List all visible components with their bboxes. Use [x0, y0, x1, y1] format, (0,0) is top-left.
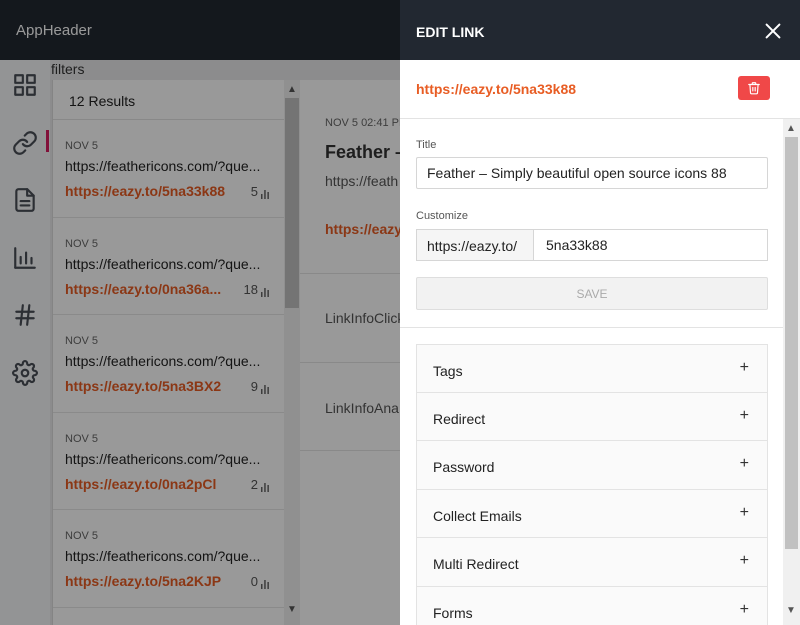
accordion-label: Password	[433, 459, 495, 475]
accordion-label: Tags	[433, 363, 463, 379]
settings-accordion: Tags + Redirect + Password + Collect Ema…	[416, 344, 768, 625]
accordion-label: Redirect	[433, 410, 486, 427]
plus-icon: +	[739, 600, 749, 618]
drawer-scrollbar[interactable]: ▲ ▼	[783, 119, 800, 625]
plus-icon: +	[739, 552, 749, 569]
drawer-title: EDIT LINK	[416, 24, 485, 40]
accordion-multi-redirect[interactable]: Multi Redirect +	[416, 538, 768, 587]
plus-icon: +	[739, 503, 749, 521]
edit-short-link[interactable]: https://eazy.to/5na33k88	[416, 81, 576, 97]
trash-icon	[748, 82, 760, 95]
plus-icon: +	[739, 455, 749, 472]
url-prefix: https://eazy.to/	[416, 229, 534, 261]
accordion-redirect[interactable]: Redirect +	[416, 392, 768, 441]
accordion-label: Forms	[433, 604, 473, 621]
divider	[400, 118, 800, 119]
drawer-header: EDIT LINK	[400, 0, 800, 60]
delete-button[interactable]	[738, 76, 770, 100]
accordion-password[interactable]: Password +	[416, 441, 768, 490]
plus-icon: +	[739, 406, 749, 424]
close-button[interactable]	[762, 20, 784, 42]
edit-link-drawer: EDIT LINK https://eazy.to/5na33k88 Title…	[400, 0, 800, 625]
title-input[interactable]	[416, 157, 768, 189]
accordion-tags[interactable]: Tags +	[416, 344, 768, 393]
divider	[400, 327, 800, 328]
accordion-label: Multi Redirect	[433, 556, 519, 572]
close-icon	[765, 23, 781, 39]
accordion-forms[interactable]: Forms +	[416, 586, 768, 625]
customize-label: Customize	[416, 210, 468, 222]
drawer-scroll-thumb[interactable]	[785, 137, 798, 549]
plus-icon: +	[739, 359, 749, 376]
accordion-collect-emails[interactable]: Collect Emails +	[416, 489, 768, 538]
scroll-down-icon[interactable]: ▼	[783, 603, 799, 619]
save-button[interactable]: SAVE	[416, 277, 768, 310]
accordion-label: Collect Emails	[433, 507, 522, 524]
scroll-up-icon[interactable]: ▲	[783, 121, 799, 137]
title-label: Title	[416, 139, 437, 151]
slug-input[interactable]	[533, 229, 768, 261]
